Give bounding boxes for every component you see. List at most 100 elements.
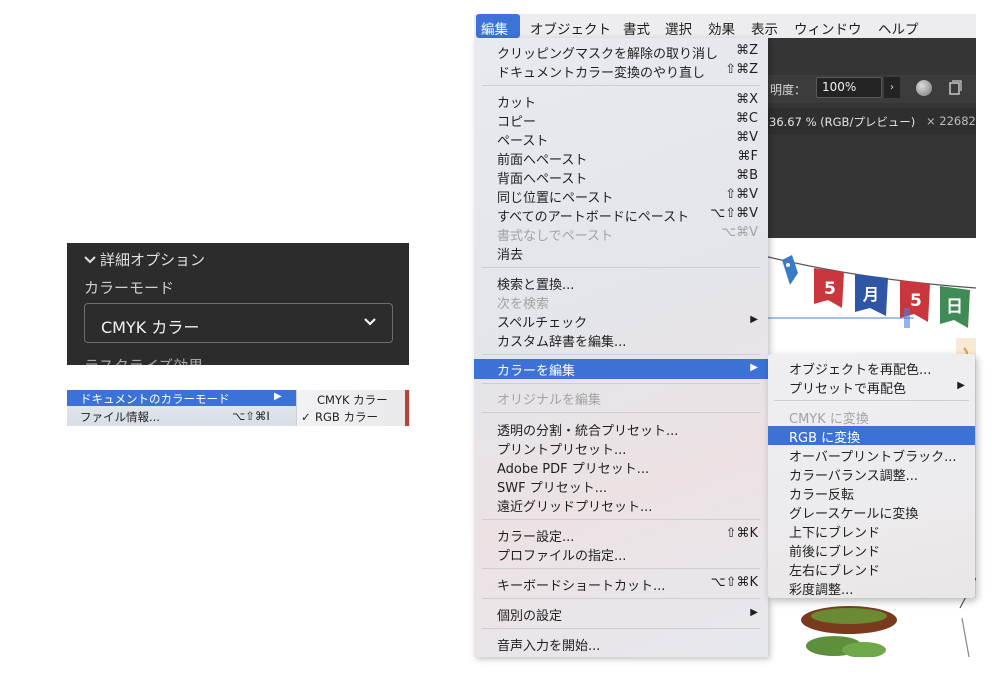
undo-release-clipping-mask[interactable]: クリッピングマスクを解除の取り消し ⌘Z [474,42,768,62]
file-menu-fragment: ドキュメントのカラーモード ▶ ファイル情報... ⌥⇧⌘I [67,390,299,426]
checkmark-icon: ✓ [301,410,311,424]
menu-item-blend-horizontally[interactable]: 左右にブレンド [768,559,975,579]
menu-item-paste-without-formatting: 書式なしでペースト ⌥⌘V [497,225,758,244]
menu-type[interactable]: 書式 [623,18,650,38]
opacity-field[interactable]: 100% [816,77,882,98]
svg-text:5: 5 [824,279,836,299]
menu-item-transparency-flattener-presets[interactable]: 透明の分割・統合プリセット... [474,419,768,439]
document-color-mode-label: ドキュメントのカラーモード [80,392,230,406]
menu-item-blend-front-to-back[interactable]: 前後にブレンド [768,540,975,560]
banner-flag-2: 月 [855,274,888,316]
menu-separator [774,400,969,401]
svg-text:5: 5 [910,291,922,311]
menu-item-print-presets[interactable]: プリントプリセット... [474,438,768,458]
menu-item-find-replace[interactable]: 検索と置換... [474,273,768,293]
background-artwork-edge [405,390,409,426]
banner-flag-4: 日 [940,286,970,328]
menu-item-edit-colors[interactable]: カラーを編集 ▶ [474,359,768,379]
menu-separator [482,628,760,629]
cmyk-color-option[interactable]: CMYK カラー [317,392,388,408]
rgb-color-option[interactable]: ✓ RGB カラー [301,409,378,425]
menu-separator [482,267,760,268]
menu-item-keyboard-shortcuts[interactable]: キーボードショートカット... ⌥⇧⌘K [474,574,768,594]
menu-bar: 編集 オブジェクト 書式 選択 効果 表示 ウィンドウ ヘルプ [474,14,976,38]
menu-object[interactable]: オブジェクト [530,18,611,38]
menu-view[interactable]: 表示 [751,18,778,38]
menu-separator [482,519,760,520]
menu-separator [482,354,760,355]
submenu-arrow-icon: ▶ [274,391,282,402]
menu-item-edit-original: オリジナルを編集 [497,393,602,408]
menu-item-paste-in-back[interactable]: 背面へペースト ⌘B [474,167,768,187]
document-tab-bar: 36.67 % (RGB/プレビュー) × 22682 [764,108,976,134]
submenu-arrow-icon: ▶ [957,380,965,391]
menu-item-find-next: 次を検索 [497,297,550,312]
file-info-shortcut: ⌥⇧⌘I [232,409,270,423]
menu-item-edit-custom-dictionary[interactable]: カスタム辞書を編集... [474,330,768,350]
menu-separator [482,568,760,569]
advanced-options-panel: 詳細オプション カラーモード CMYK カラー ラスタライズ効果 [67,243,409,365]
menu-item-saturate[interactable]: 彩度調整... [768,578,975,598]
menu-item-invert-colors[interactable]: カラー反転 [768,483,975,503]
recolor-artwork-icon[interactable] [916,80,932,96]
menu-item-paste[interactable]: ペースト ⌘V [474,129,768,149]
color-mode-label: カラーモード [84,279,175,297]
rasterize-effects-label: ラスタライズ効果 [84,355,203,365]
document-color-mode-item[interactable]: ドキュメントのカラーモード ▶ [67,390,299,406]
menu-help[interactable]: ヘルプ [878,18,919,38]
advanced-options-toggle[interactable]: 詳細オプション [84,249,205,270]
document-tab[interactable]: 36.67 % (RGB/プレビュー) [769,114,915,130]
redo-document-color-convert[interactable]: ドキュメントカラー変換のやり直し ⇧⌘Z [474,61,768,81]
svg-text:日: 日 [946,297,963,317]
menu-item-assign-profile[interactable]: プロファイルの指定... [474,544,768,564]
menu-item-swf-presets[interactable]: SWF プリセット... [474,476,768,496]
menu-item-spell-check[interactable]: スペルチェック ▶ [474,311,768,331]
menu-separator [482,383,760,384]
opacity-expand-button[interactable]: › [884,77,900,98]
opacity-value: 100% [822,80,857,94]
menu-item-recolor-artwork[interactable]: オブジェクトを再配色... [768,358,975,378]
menu-item-convert-to-grayscale[interactable]: グレースケールに変換 [768,502,975,522]
menu-item-copy[interactable]: コピー ⌘C [474,110,768,130]
submenu-arrow-icon: ▶ [750,314,758,325]
menu-item-start-dictation[interactable]: 音声入力を開始... [474,634,768,654]
menu-item-pdf-presets[interactable]: Adobe PDF プリセット... [474,457,768,477]
edit-colors-submenu: オブジェクトを再配色... プリセットで再配色 ▶ CMYK に変換 RGB に変… [768,354,975,598]
menu-edit[interactable]: 編集 [476,14,520,38]
menu-item-recolor-with-preset[interactable]: プリセットで再配色 ▶ [768,377,975,397]
rgb-color-label: RGB カラー [315,410,378,424]
chevron-down-icon [84,251,100,269]
menu-item-overprint-black[interactable]: オーバープリントブラック... [768,445,975,465]
menu-separator [482,598,760,599]
svg-text:月: 月 [862,285,879,304]
menu-item-color-settings[interactable]: カラー設定... ⇧⌘K [474,525,768,545]
menu-item-paste-all-artboards[interactable]: すべてのアートボードにペースト ⌥⇧⌘V [474,205,768,225]
menu-item-adjust-color-balance[interactable]: カラーバランス調整... [768,464,975,484]
menu-separator [482,85,760,86]
menu-item-cut[interactable]: カット ⌘X [474,91,768,111]
menu-item-convert-to-cmyk: CMYK に変換 [789,412,869,427]
advanced-options-label: 詳細オプション [100,251,206,269]
menu-window[interactable]: ウィンドウ [794,18,862,38]
menu-select[interactable]: 選択 [665,18,692,38]
color-mode-select[interactable]: CMYK カラー [84,303,393,343]
menu-item-paste-in-place[interactable]: 同じ位置にペースト ⇧⌘V [474,186,768,206]
chevron-down-icon [362,313,378,329]
application-frame [764,38,976,238]
file-info-item[interactable]: ファイル情報... ⌥⇧⌘I [67,407,299,424]
submenu-arrow-icon: ▶ [750,362,758,373]
menu-item-blend-vertically[interactable]: 上下にブレンド [768,521,975,541]
menu-item-preferences[interactable]: 個別の設定 ▶ [474,604,768,624]
file-info-label: ファイル情報... [80,410,160,424]
menu-item-perspective-grid-presets[interactable]: 遠近グリッドプリセット... [474,495,768,515]
opacity-label: 明度： [770,83,807,97]
menu-effect[interactable]: 効果 [708,18,735,38]
menu-item-convert-to-rgb[interactable]: RGB に変換 [768,426,975,446]
menu-item-paste-in-front[interactable]: 前面へペースト ⌘F [474,148,768,168]
banner-flag-1: 5 [814,268,844,308]
document-setup-icon[interactable] [947,79,965,97]
menu-separator [482,412,760,413]
submenu-arrow-icon: ▶ [750,607,758,618]
other-document-tab[interactable]: × 22682 [926,114,976,128]
menu-item-clear[interactable]: 消去 [474,243,768,263]
